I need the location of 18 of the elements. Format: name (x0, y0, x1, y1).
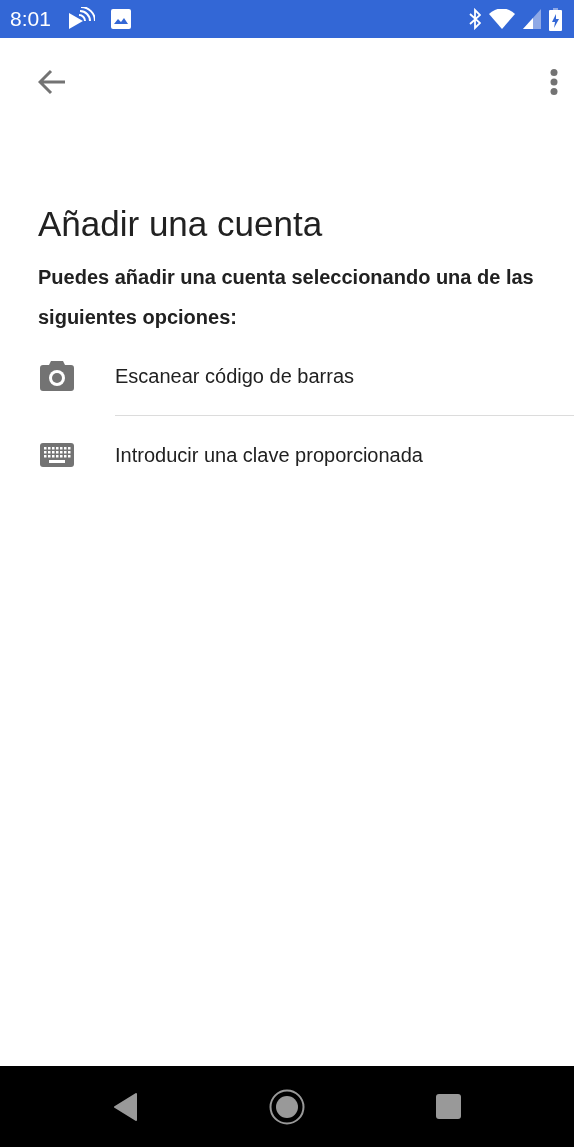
home-icon[interactable] (268, 1088, 305, 1125)
option-item[interactable]: Introducir una clave proporcionada (0, 416, 574, 494)
battery-icon (549, 7, 562, 31)
instructions-text: Puedes añadir una cuenta seleccionando una de las siguientes opciones: (38, 265, 535, 330)
page-title: Añadir una cuenta (38, 203, 324, 245)
cast-icon (66, 7, 95, 31)
image-icon (110, 9, 131, 29)
recents-icon[interactable] (435, 1094, 461, 1119)
more-options-icon[interactable] (550, 68, 558, 95)
signal-icon (523, 9, 541, 29)
clock: 8:01 (10, 6, 51, 33)
back-arrow-icon[interactable] (38, 68, 66, 95)
keyboard-icon (40, 443, 74, 467)
option-item[interactable]: Escanear código de barras (0, 337, 574, 415)
camera-icon (40, 361, 74, 391)
bluetooth-icon (469, 8, 481, 30)
back-icon[interactable] (113, 1092, 138, 1121)
wifi-icon (489, 9, 515, 29)
